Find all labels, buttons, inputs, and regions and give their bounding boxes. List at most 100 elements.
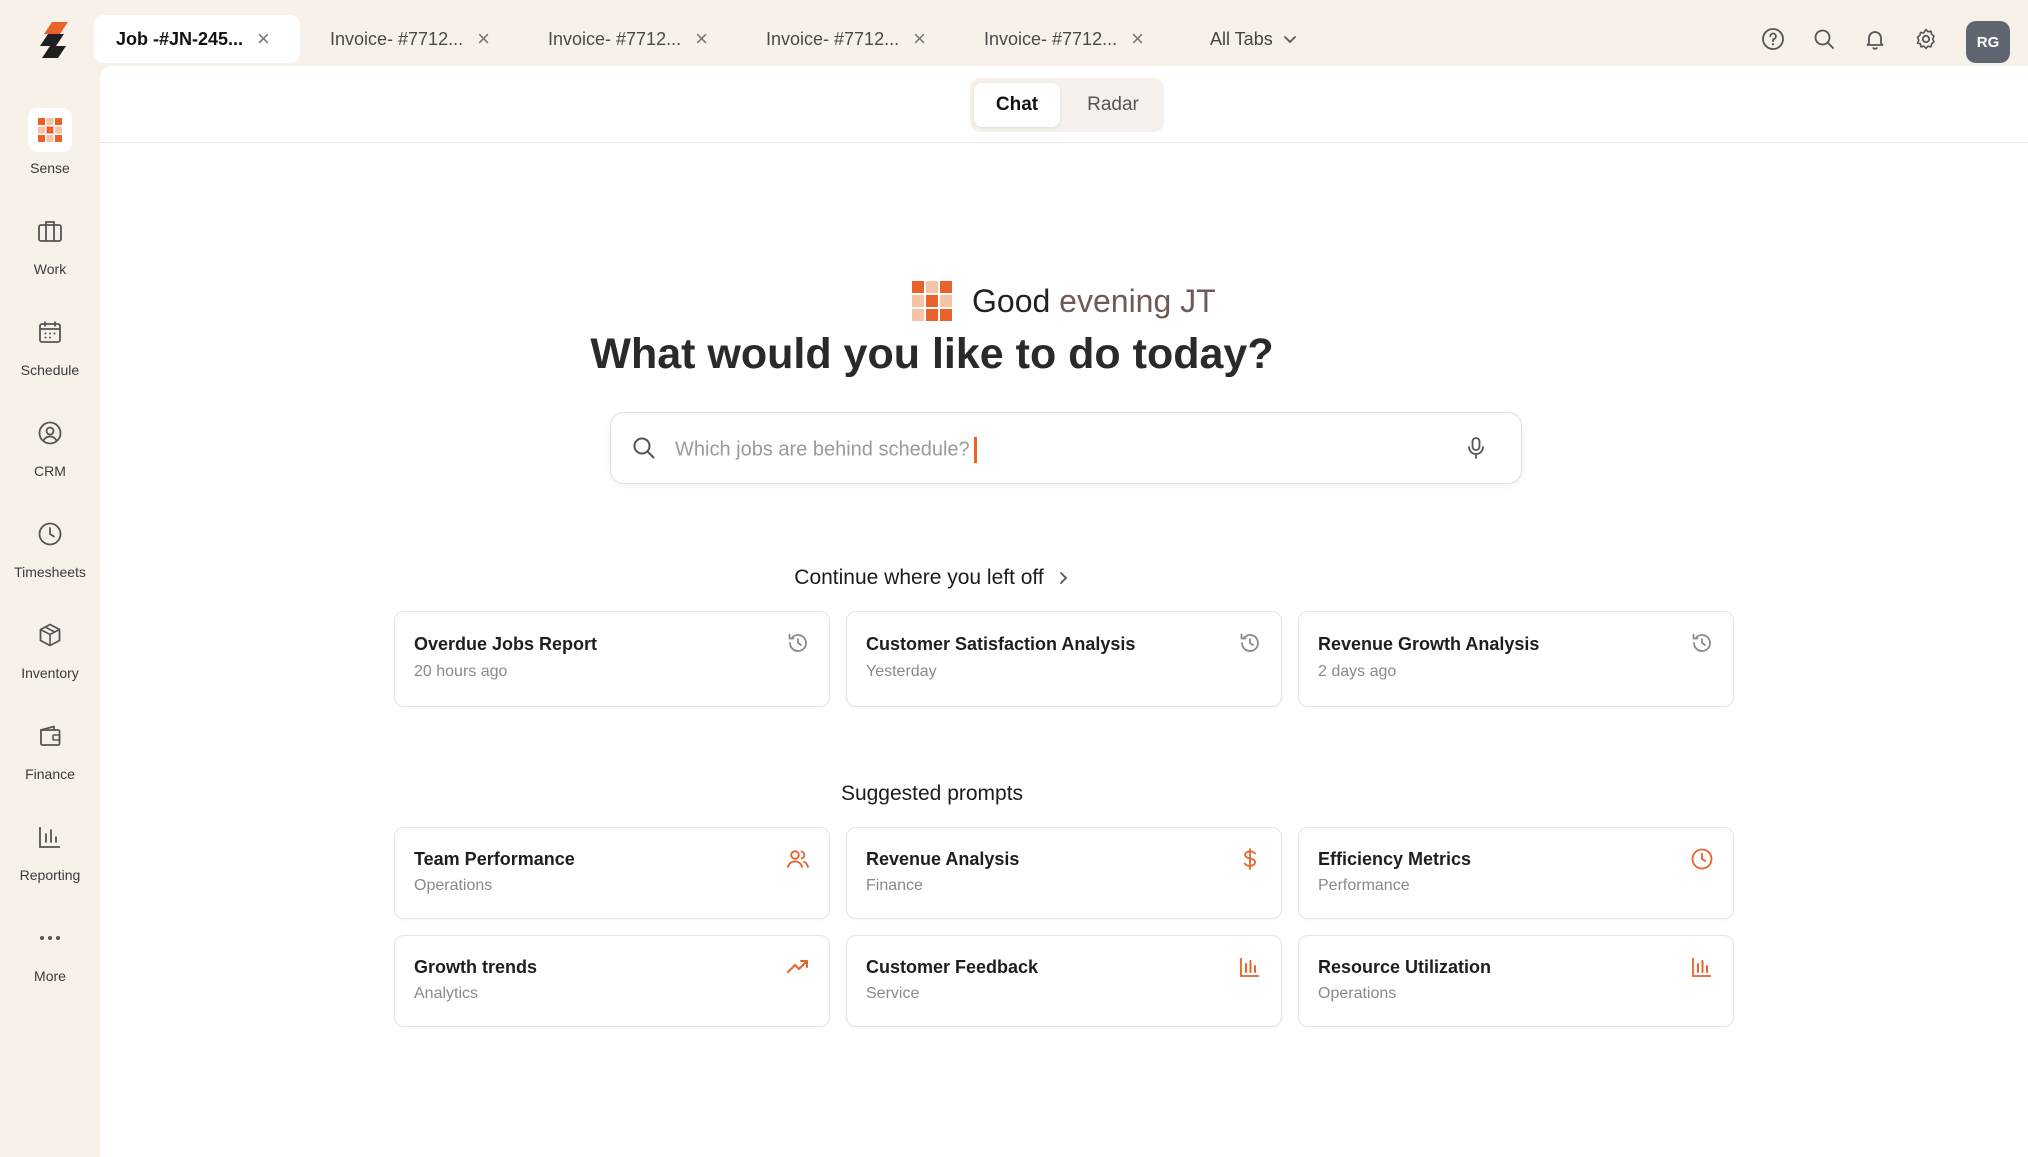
card-title: Customer Satisfaction Analysis — [866, 634, 1136, 654]
sidebar-item-label: Inventory — [21, 665, 79, 681]
sidebar-item-finance[interactable]: Finance — [0, 714, 100, 804]
tab-invoice-3[interactable]: Invoice- #7712... × — [766, 15, 926, 63]
close-icon[interactable]: × — [695, 26, 708, 52]
sidebar-item-label: Reporting — [19, 867, 81, 883]
prompt-card[interactable]: Resource Utilization Operations — [1298, 935, 1734, 1027]
search-icon — [633, 437, 655, 459]
greeting-name: evening JT — [1059, 282, 1216, 319]
card-subtitle: Service — [866, 985, 920, 1002]
recent-title-text: Continue where you left off — [794, 566, 1044, 589]
app-window: Job -#JN-245... × Invoice- #7712... × In… — [0, 0, 2028, 1157]
header-divider — [100, 142, 2028, 143]
sidebar-item-reporting[interactable]: Reporting — [0, 815, 100, 905]
tab-job[interactable]: Job -#JN-245... × — [94, 15, 300, 63]
card-subtitle: Operations — [414, 877, 493, 894]
text-caret — [973, 437, 977, 463]
box-icon — [28, 613, 72, 657]
prompt-card[interactable]: Revenue Analysis Finance — [846, 827, 1282, 919]
tab-invoice-1[interactable]: Invoice- #7712... × — [330, 15, 490, 63]
bell-icon[interactable] — [1860, 24, 1890, 54]
recent-card[interactable]: Revenue Growth Analysis 2 days ago — [1298, 611, 1734, 707]
mode-switch: Chat Radar — [970, 78, 1164, 132]
greeting-row: Good evening JT — [912, 276, 1216, 326]
sidebar-item-label: Sense — [30, 160, 70, 176]
users-icon — [785, 846, 811, 872]
more-icon — [28, 916, 72, 960]
chevron-right-icon — [1059, 572, 1067, 584]
prompt-card[interactable]: Growth trends Analytics — [394, 935, 830, 1027]
tab-invoice-2[interactable]: Invoice- #7712... × — [548, 15, 708, 63]
card-title: Revenue Growth Analysis — [1318, 634, 1540, 654]
chevron-down-icon — [1283, 36, 1296, 44]
greeting: Good evening JT — [972, 283, 1216, 320]
wallet-icon — [28, 714, 72, 758]
sidebar-item-label: Schedule — [20, 362, 80, 378]
card-title: Revenue Analysis — [866, 849, 1020, 869]
dollar-icon — [1237, 846, 1263, 872]
search-placeholder: Which jobs are behind schedule? — [675, 438, 970, 461]
sidebar-item-timesheets[interactable]: Timesheets — [0, 512, 100, 602]
sidebar-item-label: More — [34, 968, 66, 984]
sidebar-item-label: Finance — [25, 766, 75, 782]
search-input[interactable]: Which jobs are behind schedule? — [675, 437, 977, 463]
card-subtitle: Performance — [1318, 877, 1410, 894]
history-icon — [1237, 630, 1263, 656]
card-subtitle: Yesterday — [866, 663, 937, 680]
tab-label: Invoice- #7712... — [548, 28, 682, 49]
prompt-card[interactable]: Team Performance Operations — [394, 827, 830, 919]
trending-up-icon — [785, 954, 811, 980]
tab-label: Job -#JN-245... — [116, 28, 244, 49]
tab-label: Invoice- #7712... — [984, 28, 1118, 49]
sidebar-item-inventory[interactable]: Inventory — [0, 613, 100, 703]
sidebar-item-more[interactable]: More — [0, 916, 100, 1006]
close-icon[interactable]: × — [257, 26, 270, 52]
card-title: Team Performance — [414, 849, 575, 869]
history-icon — [1689, 630, 1715, 656]
card-subtitle: 2 days ago — [1318, 663, 1397, 680]
avatar[interactable]: RG — [1966, 21, 2010, 63]
sidebar-item-schedule[interactable]: Schedule — [0, 310, 100, 400]
all-tabs-dropdown[interactable]: All Tabs — [1210, 15, 1297, 63]
app-logo[interactable] — [38, 20, 72, 60]
briefcase-icon — [28, 209, 72, 253]
sidebar: Sense Work Schedule CRM Timesheets Inven… — [0, 64, 100, 1157]
prompt-card[interactable]: Efficiency Metrics Performance — [1298, 827, 1734, 919]
recent-section-title[interactable]: Continue where you left off — [100, 566, 1764, 590]
help-icon[interactable] — [1758, 24, 1788, 54]
prompt-card[interactable]: Customer Feedback Service — [846, 935, 1282, 1027]
history-icon — [785, 630, 811, 656]
close-icon[interactable]: × — [1131, 26, 1144, 52]
card-title: Growth trends — [414, 957, 538, 977]
sidebar-item-label: CRM — [34, 463, 66, 479]
greeting-prefix: Good — [972, 282, 1060, 319]
all-tabs-label: All Tabs — [1210, 28, 1273, 49]
card-subtitle: Analytics — [414, 985, 479, 1002]
tab-invoice-4[interactable]: Invoice- #7712... × — [984, 15, 1144, 63]
page-title: What would you like to do today? — [590, 330, 1274, 378]
tab-chat[interactable]: Chat — [974, 83, 1060, 127]
top-bar: Job -#JN-245... × Invoice- #7712... × In… — [0, 6, 2028, 64]
card-title: Overdue Jobs Report — [414, 634, 598, 654]
recent-card[interactable]: Overdue Jobs Report 20 hours ago — [394, 611, 830, 707]
card-subtitle: Finance — [866, 877, 923, 894]
sidebar-item-crm[interactable]: CRM — [0, 411, 100, 501]
search-box[interactable]: Which jobs are behind schedule? — [610, 412, 1522, 484]
card-title: Efficiency Metrics — [1318, 849, 1472, 869]
sidebar-item-label: Work — [33, 261, 67, 277]
tab-label: Invoice- #7712... — [330, 28, 464, 49]
card-title: Resource Utilization — [1318, 957, 1492, 977]
close-icon[interactable]: × — [913, 26, 926, 52]
search-icon[interactable] — [1809, 24, 1839, 54]
sidebar-item-label: Timesheets — [14, 564, 86, 580]
main-panel: Chat Radar Good evening JT What would yo… — [100, 66, 2028, 1157]
sidebar-item-sense[interactable]: Sense — [0, 108, 100, 198]
tab-label: Invoice- #7712... — [766, 28, 900, 49]
sense-grid-icon — [28, 108, 72, 152]
tab-radar[interactable]: Radar — [1066, 83, 1160, 127]
close-icon[interactable]: × — [477, 26, 490, 52]
bar-chart-icon — [28, 815, 72, 859]
gear-icon[interactable] — [1911, 24, 1941, 54]
recent-card[interactable]: Customer Satisfaction Analysis Yesterday — [846, 611, 1282, 707]
microphone-icon[interactable] — [1463, 435, 1489, 461]
sidebar-item-work[interactable]: Work — [0, 209, 100, 299]
